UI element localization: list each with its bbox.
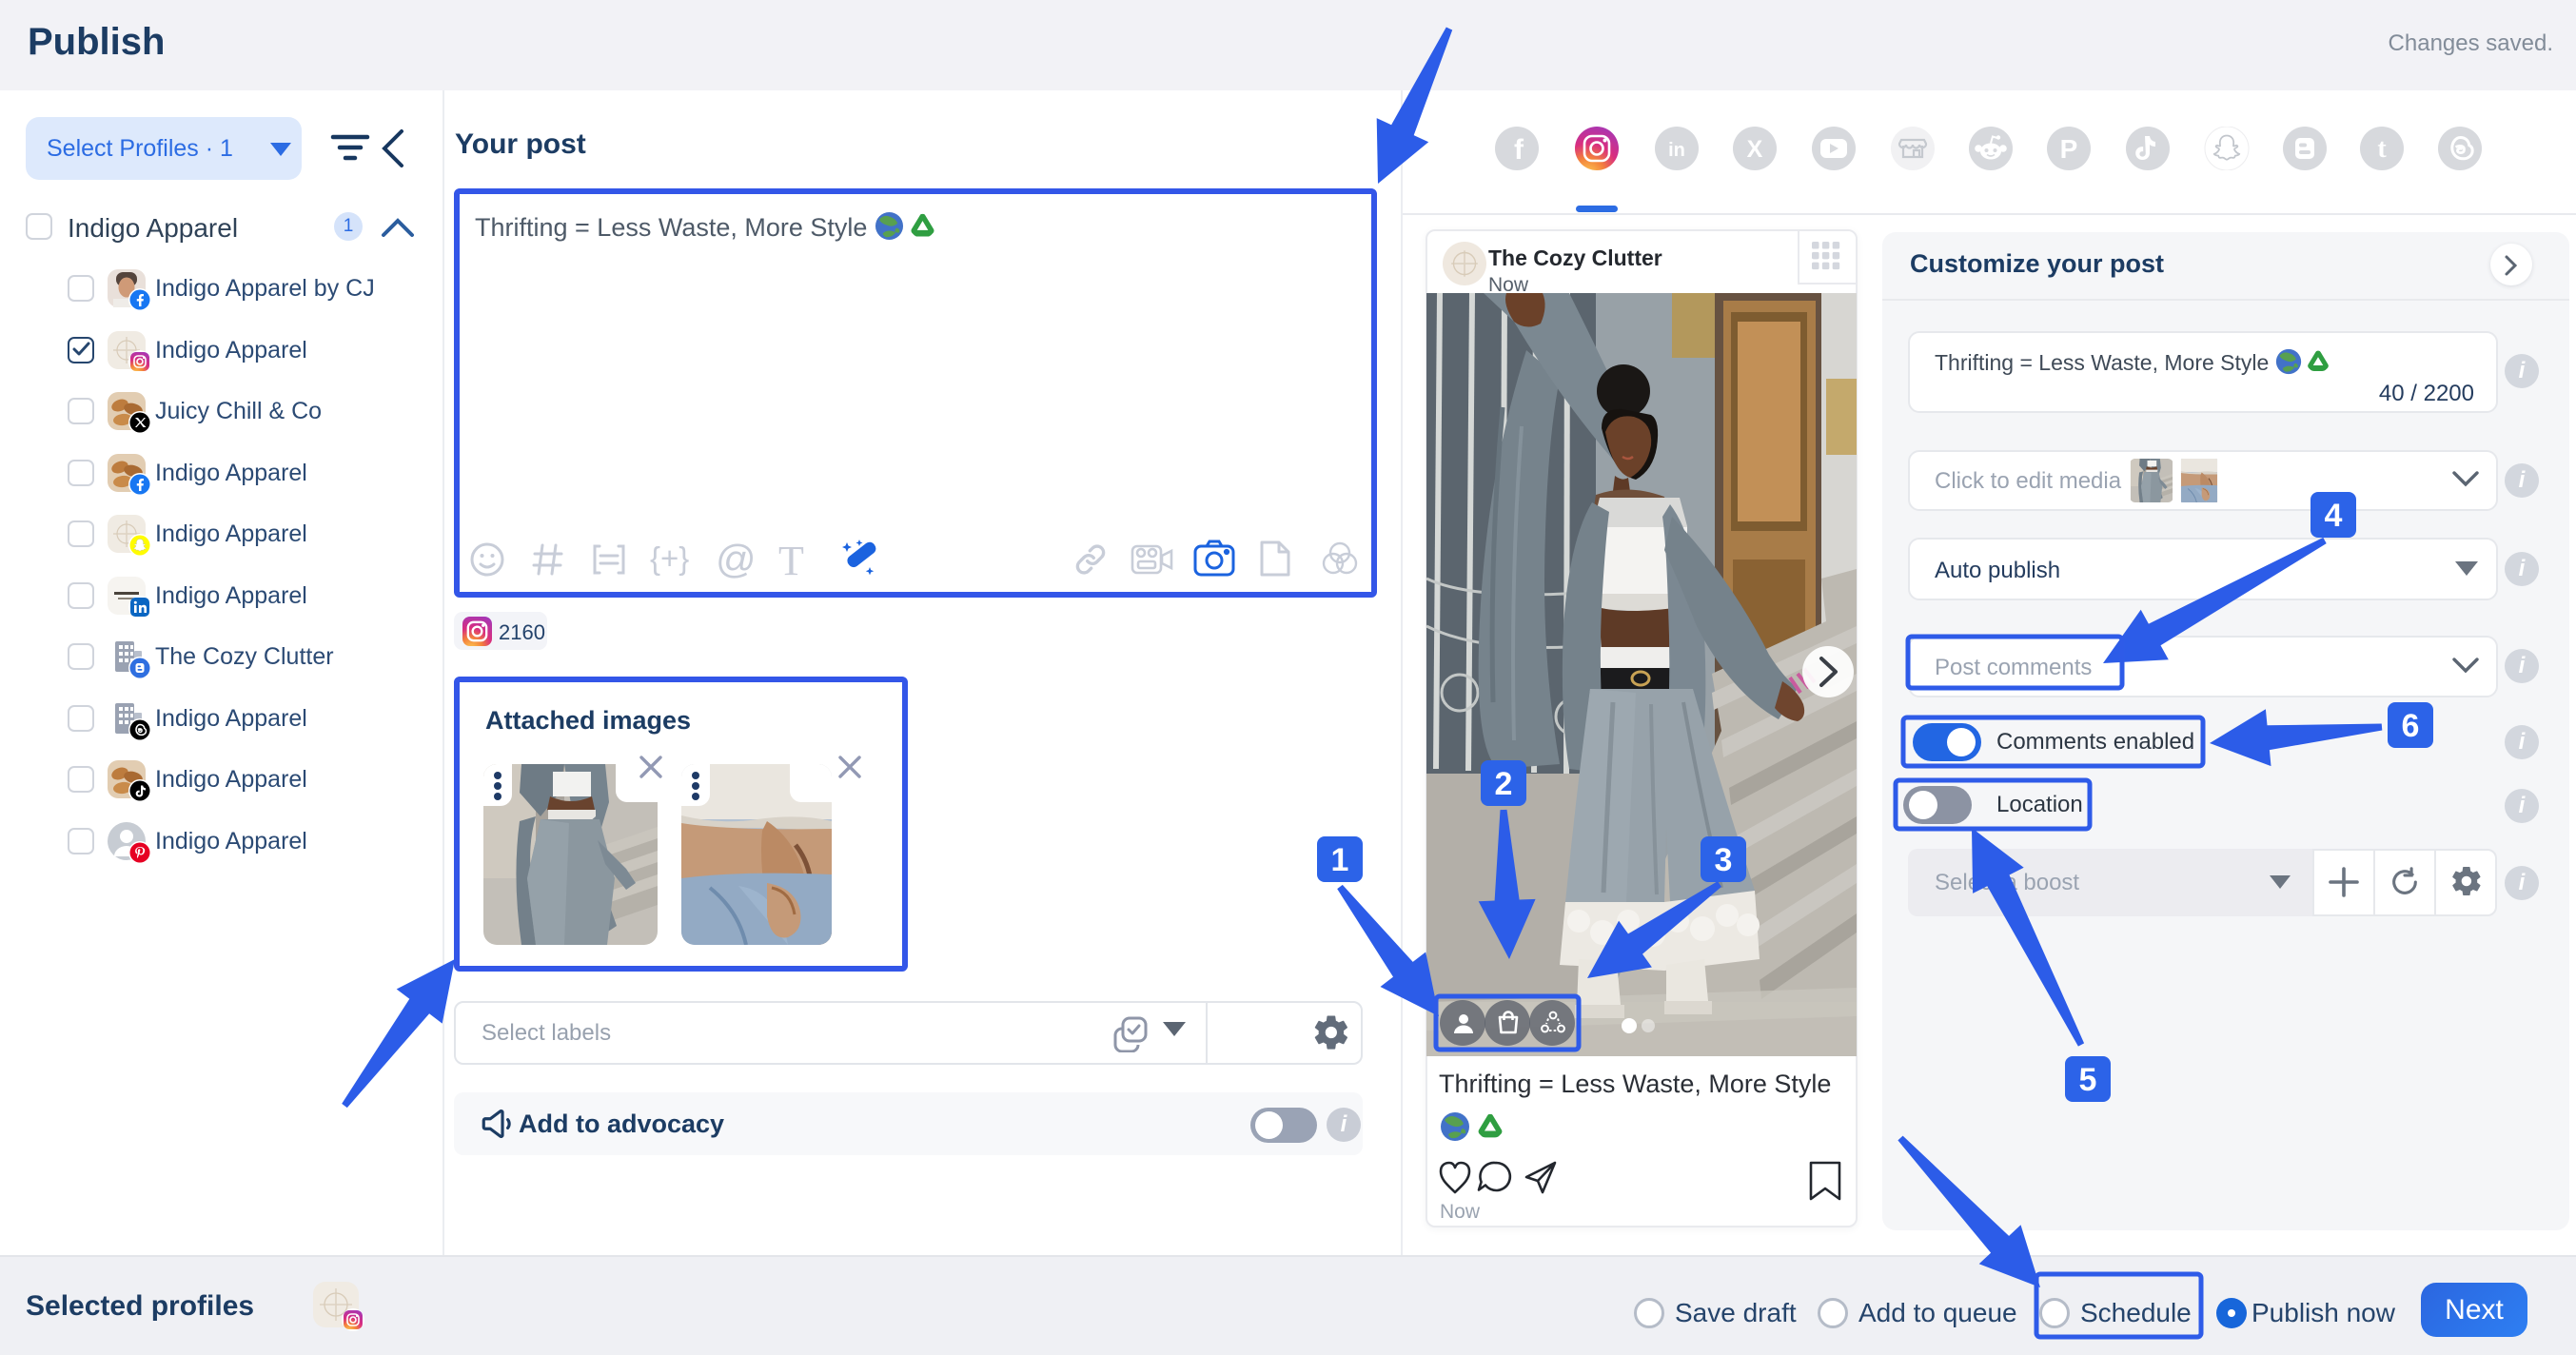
svg-text:X: X — [1747, 136, 1763, 163]
svg-text:in: in — [1668, 140, 1685, 161]
svg-text:1: 1 — [1331, 842, 1349, 878]
svg-text:P: P — [2060, 134, 2078, 164]
svg-text:f: f — [1514, 134, 1524, 166]
svg-text:t: t — [2377, 134, 2387, 164]
